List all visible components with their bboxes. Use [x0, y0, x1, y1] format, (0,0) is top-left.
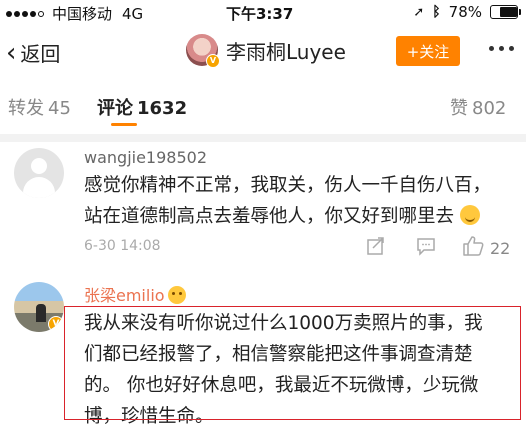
comment-line: 感觉你精神不正常，我取关，伤人一千自伤八百， — [84, 175, 492, 196]
battery-percent: 78% — [448, 3, 482, 21]
comment-item: wangjie198502 感觉你精神不正常，我取关，伤人一千自伤八百， 站在道… — [0, 142, 526, 272]
page-title: 李雨桐Luyee — [226, 39, 346, 64]
avatar-figure — [36, 304, 46, 322]
divider — [0, 134, 526, 142]
signal-strength-icon — [6, 10, 46, 17]
comment-line: 站在道德制高点去羞辱他人，你又好到哪里去 — [84, 201, 514, 232]
like-count: 22 — [490, 238, 511, 258]
status-bar: 中国移动 4G 下午3:37 ➚ ᛒ 78% — [0, 0, 526, 26]
carrier-name: 中国移动 — [52, 5, 113, 23]
location-arrow-icon: ➚ — [413, 4, 425, 20]
follow-button[interactable]: +关注 — [396, 36, 460, 66]
verified-badge-icon: V — [206, 54, 220, 68]
highlight-box — [64, 306, 521, 420]
network-type: 4G — [122, 4, 144, 23]
more-options-icon[interactable] — [484, 46, 514, 51]
chevron-left-icon: ‹ — [6, 37, 17, 68]
tab-label: 赞 — [450, 98, 468, 119]
verified-badge-icon: V — [48, 316, 64, 332]
active-tab-indicator — [111, 123, 137, 126]
tab-count: 802 — [472, 98, 507, 119]
tab-label: 转发 — [8, 98, 44, 119]
member-badge-icon — [167, 286, 186, 304]
comment-text: 感觉你精神不正常，我取关，伤人一千自伤八百， 站在道德制高点去羞辱他人，你又好到… — [84, 170, 514, 232]
comment-username[interactable]: wangjie198502 — [84, 148, 207, 167]
tab-bar: 转发 45 评论 1632 赞 802 — [0, 92, 526, 128]
comment-actions: 22 — [366, 235, 510, 261]
battery-icon — [490, 5, 521, 19]
tab-count: 45 — [48, 98, 71, 119]
back-label: 返回 — [20, 42, 61, 66]
profile-header[interactable]: V 李雨桐Luyee — [186, 34, 346, 68]
like-icon[interactable] — [462, 235, 484, 261]
back-button[interactable]: ‹ 返回 — [6, 38, 60, 67]
comment-username[interactable]: 张梁emilio — [84, 282, 186, 306]
comment-username-text: 张梁emilio — [84, 286, 165, 305]
nav-bar: ‹ 返回 V 李雨桐Luyee +关注 — [0, 26, 526, 78]
tab-likes[interactable]: 赞 802 — [450, 94, 506, 120]
comment-line-text: 站在道德制高点去羞辱他人，你又好到哪里去 — [84, 206, 455, 227]
avatar[interactable]: V — [14, 282, 64, 332]
tab-repost[interactable]: 转发 45 — [8, 94, 71, 120]
emoji-icon — [459, 205, 480, 225]
avatar: V — [186, 34, 220, 68]
avatar[interactable] — [14, 148, 64, 198]
comment-date: 6-30 14:08 — [84, 238, 161, 254]
tab-count: 1632 — [137, 98, 188, 119]
reply-icon[interactable] — [416, 236, 436, 260]
repost-icon[interactable] — [366, 236, 386, 260]
status-time: 下午3:37 — [226, 5, 294, 23]
tab-label: 评论 — [97, 98, 133, 119]
tab-comments[interactable]: 评论 1632 — [97, 94, 187, 120]
bluetooth-icon: ᛒ — [432, 4, 441, 20]
